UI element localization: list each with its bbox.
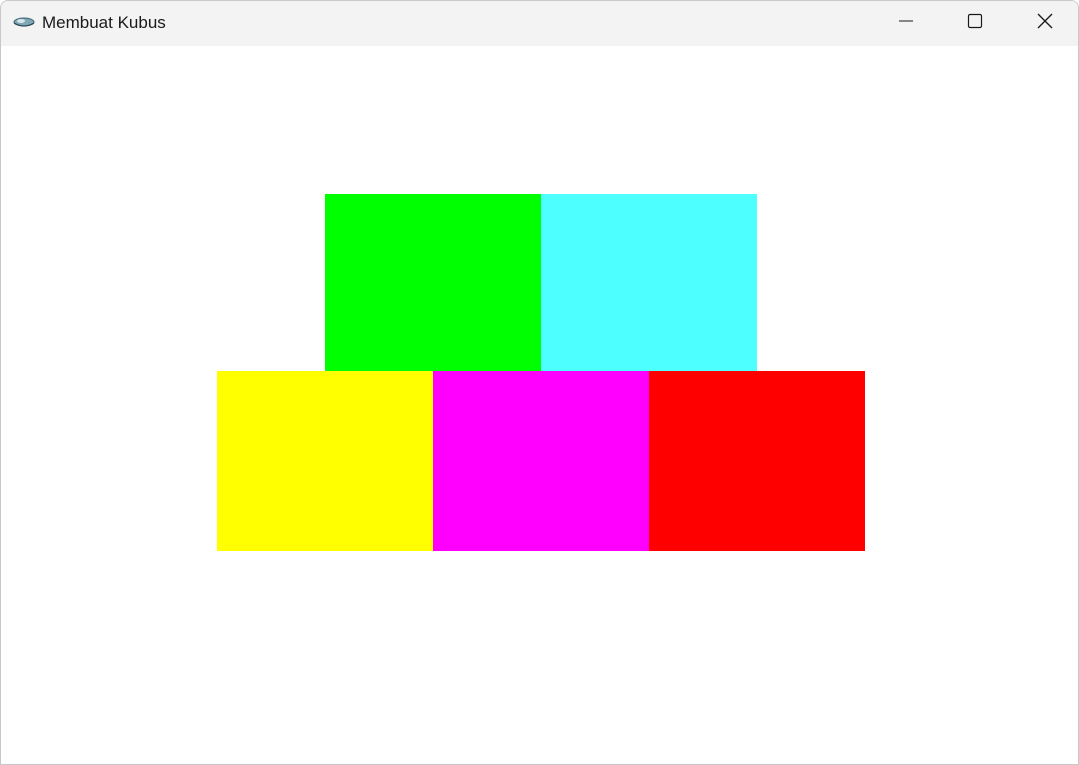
cube-face-green bbox=[325, 194, 541, 372]
opengl-app-icon bbox=[12, 14, 36, 30]
window-title: Membuat Kubus bbox=[42, 13, 166, 32]
minimize-button[interactable] bbox=[871, 1, 941, 46]
cube-face-red bbox=[649, 371, 865, 551]
close-icon bbox=[1036, 12, 1054, 35]
cube-face-cyan bbox=[541, 194, 757, 372]
close-button[interactable] bbox=[1010, 1, 1078, 46]
app-window: Membuat Kubus bbox=[0, 0, 1079, 765]
cube-face-magenta bbox=[433, 371, 649, 551]
maximize-button[interactable] bbox=[940, 1, 1010, 46]
cube-face-yellow bbox=[217, 371, 433, 551]
maximize-icon bbox=[967, 13, 983, 34]
title-bar[interactable]: Membuat Kubus bbox=[1, 1, 1078, 46]
opengl-canvas[interactable] bbox=[1, 46, 1078, 764]
minimize-icon bbox=[898, 13, 914, 34]
